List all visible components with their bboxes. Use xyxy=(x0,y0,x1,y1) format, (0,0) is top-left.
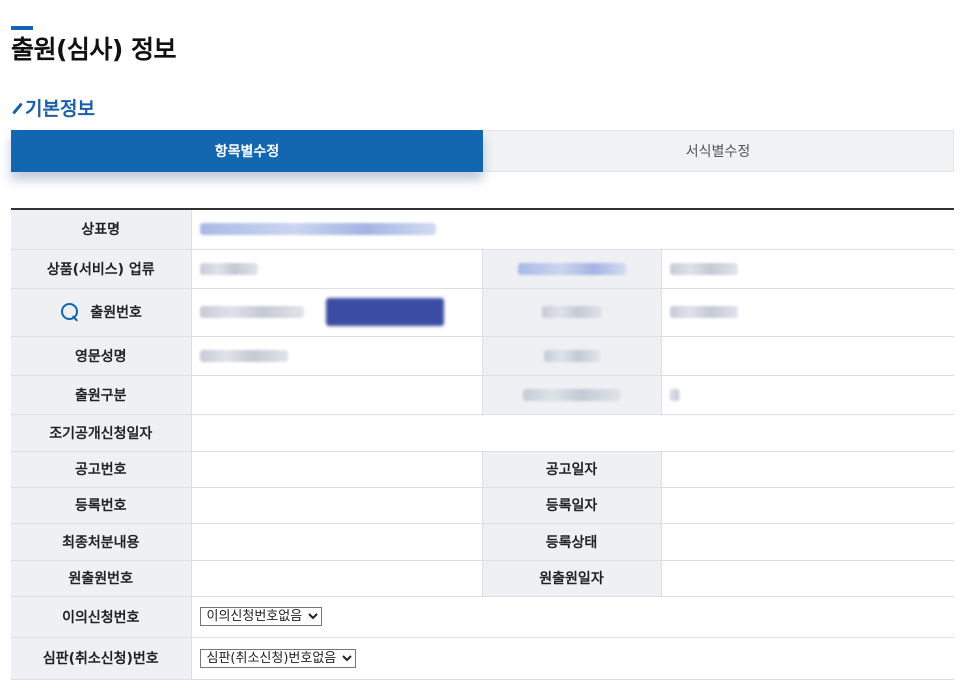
search-icon[interactable] xyxy=(60,302,80,322)
app-type-value xyxy=(191,375,483,415)
trial-number-select[interactable]: 심판(취소신청)번호없음 xyxy=(199,648,356,668)
tab-item-edit[interactable]: 항목별수정 xyxy=(11,130,483,172)
table-row: 상표명 xyxy=(11,209,955,250)
trademark-name-label: 상표명 xyxy=(11,209,192,250)
redacted-label xyxy=(482,336,662,376)
redacted-value xyxy=(661,336,955,376)
objection-number-select[interactable]: 이의신청번호없음 xyxy=(199,607,322,626)
pen-icon xyxy=(11,100,23,116)
reg-status-label: 등록상태 xyxy=(482,523,662,561)
english-name-label: 영문성명 xyxy=(11,336,192,376)
table-row: 이의신청번호 이의신청번호없음 xyxy=(11,596,955,638)
redacted-text xyxy=(199,262,258,275)
early-pub-date-label: 조기공개신청일자 xyxy=(11,414,192,452)
pub-date-label: 공고일자 xyxy=(482,451,662,488)
section-title: 기본정보 xyxy=(11,94,95,121)
final-disposition-value xyxy=(191,523,483,561)
redacted-label xyxy=(482,249,662,289)
final-disposition-label: 최종처분내용 xyxy=(11,523,192,561)
table-row: 조기공개신청일자 xyxy=(11,414,955,452)
redacted-text xyxy=(543,349,600,362)
app-number-value xyxy=(191,288,483,337)
pub-date-value xyxy=(661,451,955,488)
redacted-text xyxy=(199,306,304,318)
pub-number-value xyxy=(191,451,483,488)
table-row: 공고번호 공고일자 xyxy=(11,451,955,488)
pub-number-label: 공고번호 xyxy=(11,451,192,488)
redacted-label xyxy=(482,375,662,415)
app-number-label[interactable]: 출원번호 xyxy=(11,288,192,337)
edit-mode-tabs: 항목별수정 서식별수정 xyxy=(11,130,954,172)
table-row: 상품(서비스) 업류 xyxy=(11,249,955,289)
redacted-text xyxy=(199,223,436,236)
goods-class-value xyxy=(191,249,483,289)
table-row: 최종처분내용 등록상태 xyxy=(11,523,955,561)
reg-date-label: 등록일자 xyxy=(482,487,662,524)
tab-form-edit[interactable]: 서식별수정 xyxy=(483,130,954,172)
redacted-text xyxy=(541,306,602,318)
table-row: 심판(취소신청)번호 심판(취소신청)번호없음 xyxy=(11,637,955,680)
application-info-table: 상표명 상품(서비스) 업류 출원번호 영문성명 출원구분 조기공개신청일자 공… xyxy=(11,208,955,680)
table-row: 출원구분 xyxy=(11,375,955,415)
app-number-label-text: 출원번호 xyxy=(90,305,142,321)
objection-number-label: 이의신청번호 xyxy=(11,596,192,638)
section-title-label: 기본정보 xyxy=(25,98,95,120)
page-title: 출원(심사) 정보 xyxy=(11,35,177,64)
reg-number-value xyxy=(191,487,483,524)
redacted-text xyxy=(669,306,738,318)
table-row: 원출원번호 원출원일자 xyxy=(11,560,955,597)
trial-number-label: 심판(취소신청)번호 xyxy=(11,637,192,680)
early-pub-date-value xyxy=(191,414,955,452)
trademark-name-value xyxy=(191,209,955,250)
trial-number-value: 심판(취소신청)번호없음 xyxy=(191,637,955,680)
reg-number-label: 등록번호 xyxy=(11,487,192,524)
table-row: 영문성명 xyxy=(11,336,955,376)
redacted-value xyxy=(661,375,955,415)
goods-class-label: 상품(서비스) 업류 xyxy=(11,249,192,289)
objection-number-value: 이의신청번호없음 xyxy=(191,596,955,638)
redacted-text xyxy=(669,388,680,401)
orig-app-number-value xyxy=(191,560,483,597)
table-row: 등록번호 등록일자 xyxy=(11,487,955,524)
reg-status-value xyxy=(661,523,955,561)
orig-app-date-label: 원출원일자 xyxy=(482,560,662,597)
reg-date-value xyxy=(661,487,955,524)
orig-app-date-value xyxy=(661,560,955,597)
app-type-label: 출원구분 xyxy=(11,375,192,415)
redacted-text xyxy=(522,388,621,401)
orig-app-number-label: 원출원번호 xyxy=(11,560,192,597)
redacted-text xyxy=(199,349,288,362)
english-name-value xyxy=(191,336,483,376)
redacted-value xyxy=(661,249,955,289)
redacted-badge[interactable] xyxy=(325,298,444,326)
redacted-text xyxy=(517,262,626,275)
redacted-label xyxy=(482,288,662,337)
redacted-text xyxy=(669,262,738,275)
table-row: 출원번호 xyxy=(11,288,955,337)
redacted-value xyxy=(661,288,955,337)
